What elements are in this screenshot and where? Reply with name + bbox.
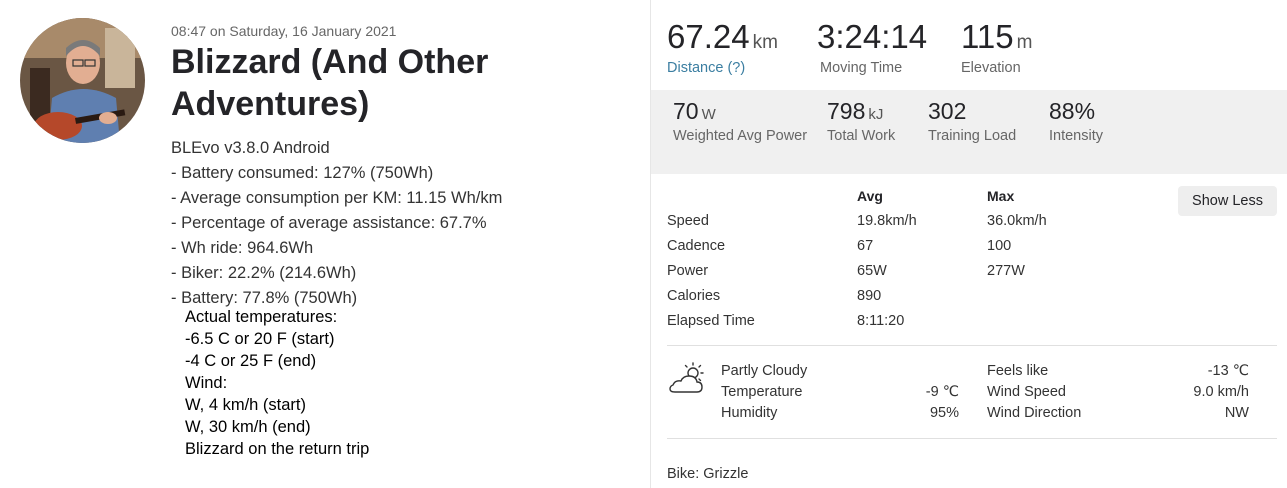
total-work-unit: kJ: [868, 106, 884, 123]
activity-timestamp: 08:47 on Saturday, 16 January 2021: [171, 23, 397, 39]
row-speed-label: Speed: [667, 213, 709, 229]
stat-total-work: 798 kJ Total Work: [827, 98, 895, 145]
row-power-max: 277W: [987, 263, 1025, 279]
note-line: W, 4 km/h (start): [185, 396, 307, 414]
wind-direction-label: Wind Direction: [987, 405, 1082, 421]
description-line: - Wh ride: 964.6Wh: [171, 239, 314, 257]
weighted-power-unit: W: [701, 106, 716, 123]
wind-speed-value: 9.0 km/h: [1193, 384, 1249, 400]
elevation-value: 115: [961, 18, 1014, 55]
bike-name: Bike: Grizzle: [667, 466, 749, 482]
stat-training-load: 302 Training Load: [928, 98, 1016, 145]
distance-help-link[interactable]: Distance (?): [667, 60, 778, 76]
distance-value: 67.24: [667, 18, 750, 55]
activity-note: Actual temperatures: -6.5 C or 20 F (sta…: [185, 306, 369, 460]
feels-like-label: Feels like: [987, 363, 1049, 379]
humidity-value: 95%: [929, 405, 959, 421]
humidity-label: Humidity: [721, 405, 778, 421]
distance-unit: km: [752, 32, 778, 53]
show-less-button[interactable]: Show Less: [1178, 186, 1277, 216]
row-elapsed-label: Elapsed Time: [667, 313, 755, 329]
intensity-label: Intensity: [1049, 128, 1103, 144]
weighted-power-label: Weighted Avg Power: [673, 128, 808, 144]
avg-column-header: Avg: [857, 188, 883, 204]
row-speed-avg: 19.8km/h: [857, 213, 917, 229]
row-power-label: Power: [667, 263, 709, 279]
athlete-avatar[interactable]: [20, 18, 145, 143]
activity-description: BLEvo v3.8.0 Android - Battery consumed:…: [171, 136, 502, 311]
note-line: Actual temperatures:: [185, 308, 338, 326]
row-power-avg: 65W: [857, 263, 887, 279]
moving-time-value: 3:24:14: [817, 18, 928, 55]
description-line: - Battery consumed: 127% (750Wh): [171, 164, 434, 182]
elevation-label: Elevation: [961, 60, 1021, 76]
note-line: -4 C or 25 F (end): [185, 352, 317, 370]
training-load-value: 302: [928, 98, 967, 124]
note-line: W, 30 km/h (end): [185, 418, 311, 436]
description-line: BLEvo v3.8.0 Android: [171, 139, 330, 157]
stat-distance: 67.24 km Distance (?): [667, 18, 778, 76]
temperature-label: Temperature: [721, 384, 803, 400]
row-calories-label: Calories: [667, 288, 721, 304]
total-work-label: Total Work: [827, 128, 896, 144]
feels-like-value: -13 ℃: [1207, 363, 1249, 379]
row-calories-avg: 890: [857, 288, 882, 304]
note-line: Wind:: [185, 374, 228, 392]
section-divider: [667, 438, 1277, 439]
weighted-power-value: 70: [673, 98, 699, 124]
note-line: -6.5 C or 20 F (start): [185, 330, 335, 348]
temperature-value: -9 ℃: [925, 384, 959, 400]
stat-weighted-power: 70 W Weighted Avg Power: [673, 98, 813, 145]
stat-elevation: 115 m Elevation: [961, 18, 1032, 76]
total-work-value: 798: [827, 98, 866, 124]
wind-direction-value: NW: [1224, 405, 1249, 421]
row-cadence-label: Cadence: [667, 238, 726, 254]
training-load-label: Training Load: [928, 128, 1017, 144]
max-column-header: Max: [987, 188, 1015, 204]
description-line: - Average consumption per KM: 11.15 Wh/k…: [171, 189, 503, 207]
moving-time-label: Moving Time: [820, 60, 903, 76]
section-divider: [667, 345, 1277, 346]
description-line: - Biker: 22.2% (214.6Wh): [171, 264, 357, 282]
stat-moving-time: 3:24:14 Moving Time: [817, 18, 927, 76]
column-divider: [650, 0, 651, 488]
intensity-value: 88%: [1049, 98, 1096, 124]
row-cadence-max: 100: [987, 238, 1012, 254]
partly-cloudy-icon: [667, 362, 707, 396]
wind-speed-label: Wind Speed: [987, 384, 1066, 400]
row-cadence-avg: 67: [857, 238, 874, 254]
secondary-stats: 70 W Weighted Avg Power 798 kJ Total Work …: [651, 90, 1287, 174]
row-speed-max: 36.0km/h: [987, 213, 1047, 229]
activity-title: Blizzard (And Other Adventures): [171, 43, 489, 123]
description-line: - Percentage of average assistance: 67.7…: [171, 214, 487, 232]
row-elapsed-avg: 8:11:20: [857, 313, 905, 329]
elevation-unit: m: [1016, 32, 1033, 53]
weather-condition: Partly Cloudy: [721, 363, 808, 379]
stat-intensity: 88% Intensity: [1049, 98, 1103, 145]
note-line: Blizzard on the return trip: [185, 440, 370, 458]
